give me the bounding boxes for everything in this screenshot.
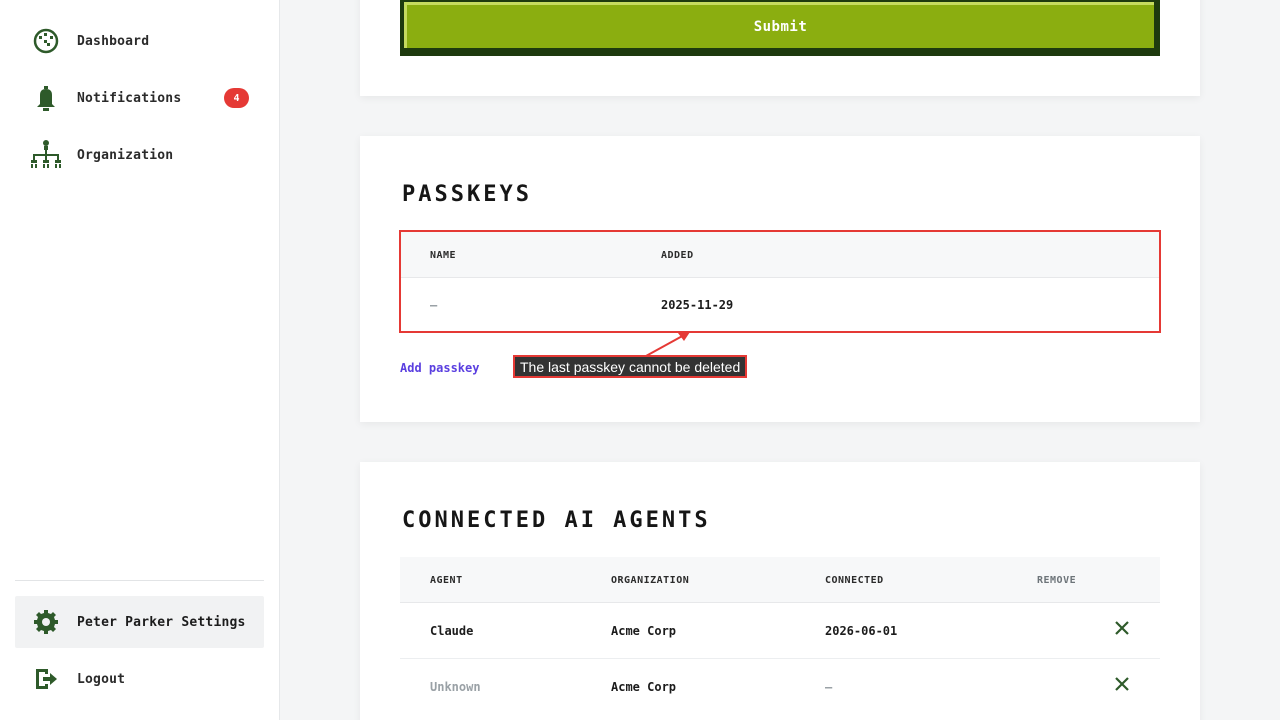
remove-agent-close-icon[interactable] [1114,676,1130,692]
row-divider [400,658,1160,659]
sidebar-item-notifications[interactable]: Notifications 4 [15,72,264,124]
agent-organization: Acme Corp [611,624,677,638]
table-header: Name Added [400,232,1160,278]
agent-connected-date: – [825,680,833,694]
agent-connected-date: 2026-06-01 [825,624,898,638]
agent-organization: Acme Corp [611,680,677,694]
column-header-added: Added [661,250,694,261]
passkey-name: – [430,298,438,312]
submit-button[interactable]: Submit [400,0,1160,56]
add-passkey-link[interactable]: Add passkey [400,361,479,375]
org-chart-icon [30,139,62,171]
notification-count-badge: 4 [224,88,249,108]
column-header-agent: Agent [430,575,463,586]
column-header-name: Name [430,250,457,261]
column-header-connected: Connected [825,575,884,586]
passkeys-title: Passkeys [402,182,532,207]
agents-title: Connected AI Agents [402,508,711,533]
dashboard-icon [30,25,62,57]
agents-table: Agent Organization Connected Remove Clau… [400,557,1160,720]
passkeys-table: Name Added – 2025-11-29 [400,232,1160,332]
delete-disabled-tooltip: The last passkey cannot be deleted [513,355,748,378]
connected-agents-card: Connected AI Agents Agent Organization C… [360,462,1200,720]
sidebar-item-label: Notifications [77,90,182,106]
passkeys-card: Passkeys Name Added – 2025-11-29 Add pas… [360,136,1200,422]
table-header: Agent Organization Connected Remove [400,557,1160,603]
sidebar-item-label: Dashboard [77,33,150,49]
logout-button[interactable]: Logout [15,653,264,705]
agent-name: Claude [430,624,474,638]
agent-name: Unknown [430,680,481,694]
submit-button-label: Submit [404,2,1154,48]
sidebar-divider [15,580,264,581]
sidebar-item-label: Peter Parker Settings [77,614,246,630]
gear-icon [30,606,62,638]
sidebar-item-organization[interactable]: Organization [15,129,264,181]
column-header-remove: Remove [1037,575,1077,586]
column-header-organization: Organization [611,575,690,586]
passkey-added-date: 2025-11-29 [661,298,734,312]
sidebar-item-label: Logout [77,671,126,687]
sidebar-item-dashboard[interactable]: Dashboard [15,15,264,67]
remove-agent-close-icon[interactable] [1114,620,1130,636]
sidebar: Dashboard Notifications 4 Organization P… [0,0,280,720]
sidebar-item-label: Organization [77,147,174,163]
profile-form-card: Submit [360,0,1200,96]
logout-icon [30,663,62,695]
sidebar-item-settings[interactable]: Peter Parker Settings [15,596,264,648]
bell-icon [30,82,62,114]
